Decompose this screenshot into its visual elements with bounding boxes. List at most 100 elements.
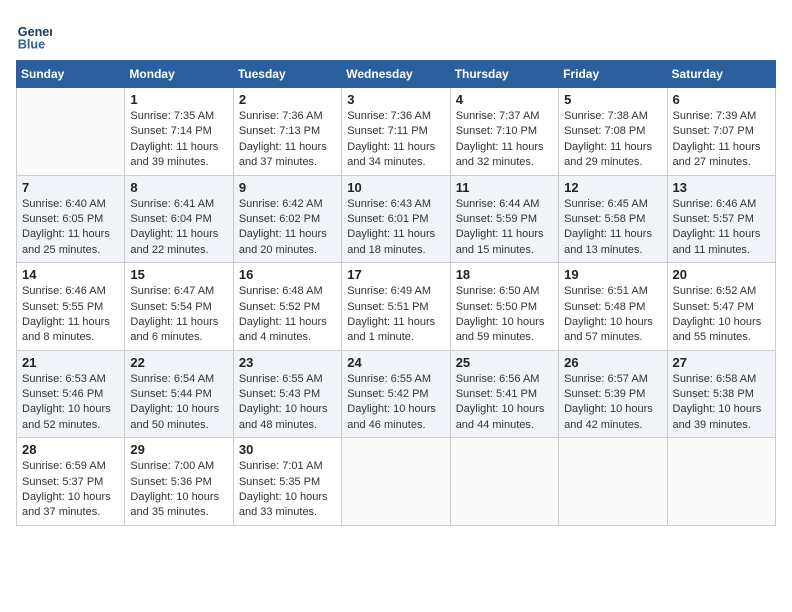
day-number: 10: [347, 180, 444, 195]
day-info: Sunrise: 6:58 AM Sunset: 5:38 PM Dayligh…: [673, 372, 770, 434]
calendar-cell: 24Sunrise: 6:55 AM Sunset: 5:42 PM Dayli…: [342, 350, 450, 438]
day-number: 18: [456, 267, 553, 282]
weekday-header-sunday: Sunday: [17, 61, 125, 88]
day-number: 16: [239, 267, 336, 282]
calendar-week-row: 1 Sunrise: 7:35 AM Sunset: 7:14 PM Daylig…: [17, 88, 776, 176]
day-info: Sunrise: 6:47 AM Sunset: 5:54 PM Dayligh…: [130, 284, 227, 346]
weekday-header-thursday: Thursday: [450, 61, 558, 88]
day-number: 2: [239, 92, 336, 107]
day-info: Sunrise: 6:54 AM Sunset: 5:44 PM Dayligh…: [130, 372, 227, 434]
day-number: 5: [564, 92, 661, 107]
calendar-cell: 14Sunrise: 6:46 AM Sunset: 5:55 PM Dayli…: [17, 263, 125, 351]
day-info: Sunrise: 6:44 AM Sunset: 5:59 PM Dayligh…: [456, 197, 553, 259]
day-info: Sunrise: 6:48 AM Sunset: 5:52 PM Dayligh…: [239, 284, 336, 346]
calendar-cell: 27 Sunrise: 6:58 AM Sunset: 5:38 PM Dayli…: [667, 350, 775, 438]
day-info: Sunrise: 6:49 AM Sunset: 5:51 PM Dayligh…: [347, 284, 444, 346]
day-info: Sunrise: 6:40 AM Sunset: 6:05 PM Dayligh…: [22, 197, 119, 259]
day-info: Sunrise: 6:51 AM Sunset: 5:48 PM Dayligh…: [564, 284, 661, 346]
day-number: 23: [239, 355, 336, 370]
calendar-cell: 15 Sunrise: 6:47 AM Sunset: 5:54 PM Dayli…: [125, 263, 233, 351]
day-number: 24: [347, 355, 444, 370]
calendar-cell: 1 Sunrise: 7:35 AM Sunset: 7:14 PM Daylig…: [125, 88, 233, 176]
logo: General Blue: [16, 16, 56, 52]
calendar-cell: 21Sunrise: 6:53 AM Sunset: 5:46 PM Dayli…: [17, 350, 125, 438]
day-info: Sunrise: 7:37 AM Sunset: 7:10 PM Dayligh…: [456, 109, 553, 171]
day-info: Sunrise: 6:46 AM Sunset: 5:57 PM Dayligh…: [673, 197, 770, 259]
calendar-cell: 11Sunrise: 6:44 AM Sunset: 5:59 PM Dayli…: [450, 175, 558, 263]
calendar-cell: [450, 438, 558, 526]
calendar-cell: 10 Sunrise: 6:43 AM Sunset: 6:01 PM Dayli…: [342, 175, 450, 263]
day-info: Sunrise: 7:36 AM Sunset: 7:13 PM Dayligh…: [239, 109, 336, 171]
calendar-cell: 8Sunrise: 6:41 AM Sunset: 6:04 PM Daylig…: [125, 175, 233, 263]
logo-icon: General Blue: [16, 16, 52, 52]
calendar-cell: 29 Sunrise: 7:00 AM Sunset: 5:36 PM Dayli…: [125, 438, 233, 526]
day-info: Sunrise: 6:55 AM Sunset: 5:43 PM Dayligh…: [239, 372, 336, 434]
calendar-table: SundayMondayTuesdayWednesdayThursdayFrid…: [16, 60, 776, 526]
calendar-cell: 13 Sunrise: 6:46 AM Sunset: 5:57 PM Dayli…: [667, 175, 775, 263]
calendar-cell: 19 Sunrise: 6:51 AM Sunset: 5:48 PM Dayli…: [559, 263, 667, 351]
calendar-week-row: 14Sunrise: 6:46 AM Sunset: 5:55 PM Dayli…: [17, 263, 776, 351]
calendar-cell: 3 Sunrise: 7:36 AM Sunset: 7:11 PM Daylig…: [342, 88, 450, 176]
calendar-cell: 12Sunrise: 6:45 AM Sunset: 5:58 PM Dayli…: [559, 175, 667, 263]
calendar-cell: 17 Sunrise: 6:49 AM Sunset: 5:51 PM Dayli…: [342, 263, 450, 351]
day-info: Sunrise: 6:57 AM Sunset: 5:39 PM Dayligh…: [564, 372, 661, 434]
calendar-cell: 28 Sunrise: 6:59 AM Sunset: 5:37 PM Dayli…: [17, 438, 125, 526]
weekday-header-wednesday: Wednesday: [342, 61, 450, 88]
day-info: Sunrise: 7:01 AM Sunset: 5:35 PM Dayligh…: [239, 459, 336, 521]
calendar-week-row: 28 Sunrise: 6:59 AM Sunset: 5:37 PM Dayli…: [17, 438, 776, 526]
calendar-cell: 20 Sunrise: 6:52 AM Sunset: 5:47 PM Dayli…: [667, 263, 775, 351]
day-number: 1: [130, 92, 227, 107]
day-info: Sunrise: 6:42 AM Sunset: 6:02 PM Dayligh…: [239, 197, 336, 259]
day-number: 25: [456, 355, 553, 370]
day-number: 28: [22, 442, 119, 457]
day-info: Sunrise: 7:36 AM Sunset: 7:11 PM Dayligh…: [347, 109, 444, 171]
day-number: 26: [564, 355, 661, 370]
day-number: 6: [673, 92, 770, 107]
day-number: 3: [347, 92, 444, 107]
weekday-header-friday: Friday: [559, 61, 667, 88]
day-info: Sunrise: 6:52 AM Sunset: 5:47 PM Dayligh…: [673, 284, 770, 346]
calendar-cell: [17, 88, 125, 176]
calendar-cell: [667, 438, 775, 526]
day-number: 8: [130, 180, 227, 195]
calendar-header-row: SundayMondayTuesdayWednesdayThursdayFrid…: [17, 61, 776, 88]
day-number: 14: [22, 267, 119, 282]
day-number: 27: [673, 355, 770, 370]
day-number: 7: [22, 180, 119, 195]
day-info: Sunrise: 7:38 AM Sunset: 7:08 PM Dayligh…: [564, 109, 661, 171]
weekday-header-saturday: Saturday: [667, 61, 775, 88]
day-number: 19: [564, 267, 661, 282]
day-number: 30: [239, 442, 336, 457]
calendar-cell: 9 Sunrise: 6:42 AM Sunset: 6:02 PM Daylig…: [233, 175, 341, 263]
calendar-cell: 25 Sunrise: 6:56 AM Sunset: 5:41 PM Dayli…: [450, 350, 558, 438]
calendar-cell: 5 Sunrise: 7:38 AM Sunset: 7:08 PM Daylig…: [559, 88, 667, 176]
calendar-cell: 16 Sunrise: 6:48 AM Sunset: 5:52 PM Dayli…: [233, 263, 341, 351]
day-info: Sunrise: 7:00 AM Sunset: 5:36 PM Dayligh…: [130, 459, 227, 521]
calendar-cell: 4 Sunrise: 7:37 AM Sunset: 7:10 PM Daylig…: [450, 88, 558, 176]
calendar-cell: 2 Sunrise: 7:36 AM Sunset: 7:13 PM Daylig…: [233, 88, 341, 176]
calendar-week-row: 7 Sunrise: 6:40 AM Sunset: 6:05 PM Daylig…: [17, 175, 776, 263]
day-info: Sunrise: 7:35 AM Sunset: 7:14 PM Dayligh…: [130, 109, 227, 171]
calendar-cell: 6Sunrise: 7:39 AM Sunset: 7:07 PM Daylig…: [667, 88, 775, 176]
day-number: 13: [673, 180, 770, 195]
weekday-header-monday: Monday: [125, 61, 233, 88]
day-info: Sunrise: 6:56 AM Sunset: 5:41 PM Dayligh…: [456, 372, 553, 434]
day-info: Sunrise: 6:50 AM Sunset: 5:50 PM Dayligh…: [456, 284, 553, 346]
calendar-cell: 22 Sunrise: 6:54 AM Sunset: 5:44 PM Dayli…: [125, 350, 233, 438]
day-info: Sunrise: 6:59 AM Sunset: 5:37 PM Dayligh…: [22, 459, 119, 521]
calendar-week-row: 21Sunrise: 6:53 AM Sunset: 5:46 PM Dayli…: [17, 350, 776, 438]
day-number: 4: [456, 92, 553, 107]
day-info: Sunrise: 6:53 AM Sunset: 5:46 PM Dayligh…: [22, 372, 119, 434]
day-info: Sunrise: 6:45 AM Sunset: 5:58 PM Dayligh…: [564, 197, 661, 259]
day-number: 15: [130, 267, 227, 282]
day-number: 29: [130, 442, 227, 457]
page-header: General Blue: [16, 16, 776, 52]
calendar-cell: 18 Sunrise: 6:50 AM Sunset: 5:50 PM Dayli…: [450, 263, 558, 351]
day-info: Sunrise: 6:43 AM Sunset: 6:01 PM Dayligh…: [347, 197, 444, 259]
day-number: 22: [130, 355, 227, 370]
day-number: 17: [347, 267, 444, 282]
svg-text:Blue: Blue: [18, 37, 45, 51]
day-number: 9: [239, 180, 336, 195]
weekday-header-tuesday: Tuesday: [233, 61, 341, 88]
day-number: 20: [673, 267, 770, 282]
